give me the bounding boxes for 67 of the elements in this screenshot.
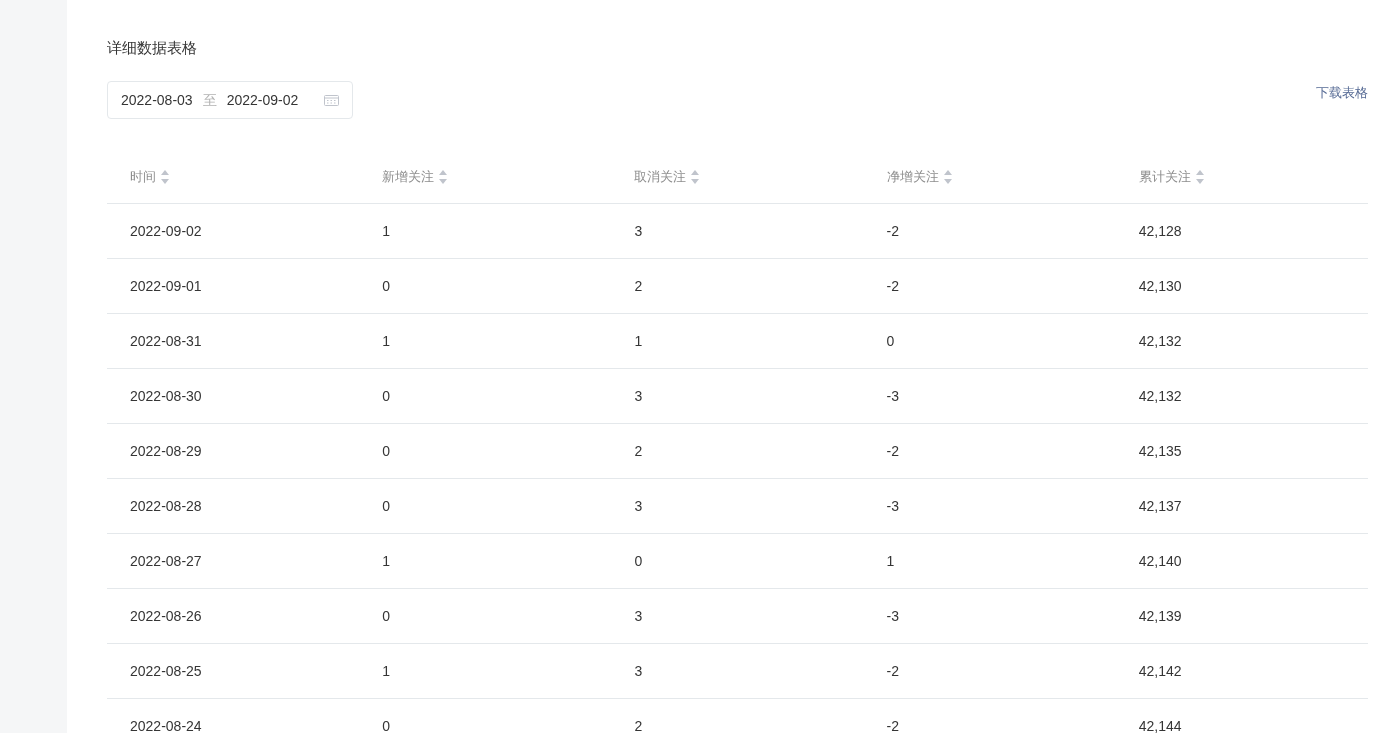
table-cell: 1: [382, 222, 390, 239]
table-cell: -2: [886, 442, 900, 459]
table-cell: 3: [634, 222, 643, 239]
table-cell: 1: [382, 332, 390, 349]
table-cell: 2022-09-01: [130, 277, 202, 294]
table-cell: 42,132: [1138, 387, 1182, 404]
sort-icon: [690, 169, 701, 185]
table-cell: 2022-08-26: [130, 607, 202, 624]
table-cell: 1: [382, 552, 390, 569]
table-cell: 2022-09-02: [130, 222, 202, 239]
table-cell: 0: [382, 387, 390, 404]
table-cell: -3: [886, 387, 900, 404]
table-cell: 0: [634, 552, 643, 569]
table-cell: 3: [634, 662, 643, 679]
table-cell: 0: [886, 332, 895, 349]
calendar-icon: [324, 94, 339, 106]
table-cell: -3: [886, 607, 900, 624]
table-cell: 2022-08-28: [130, 497, 202, 514]
column-header[interactable]: 新增关注: [382, 167, 435, 187]
table-cell: 2: [634, 717, 643, 733]
table-cell: 2022-08-29: [130, 442, 202, 459]
table-cell: 1: [886, 552, 895, 569]
column-header[interactable]: 取消关注: [634, 167, 687, 187]
range-separator: 至: [202, 90, 217, 110]
table-cell: 42,140: [1138, 552, 1182, 569]
table-cell: 42,144: [1138, 717, 1182, 733]
table-cell: 0: [382, 717, 390, 733]
table-cell: -2: [886, 222, 900, 239]
table-cell: 42,137: [1138, 497, 1182, 514]
table-cell: 3: [634, 607, 643, 624]
section-title: 详细数据表格: [107, 38, 198, 58]
table-cell: 3: [634, 387, 643, 404]
table-cell: 0: [382, 497, 390, 514]
table-cell: 42,142: [1138, 662, 1182, 679]
sort-icon: [1194, 169, 1205, 185]
table-cell: 1: [382, 662, 390, 679]
table-cell: -3: [886, 497, 900, 514]
end-date: 2022-09-02: [226, 90, 299, 110]
table-cell: 2: [634, 277, 643, 294]
table-cell: 42,135: [1138, 442, 1182, 459]
table-cell: 0: [382, 607, 390, 624]
column-header[interactable]: 累计关注: [1138, 167, 1191, 187]
sort-icon: [942, 169, 953, 185]
table-cell: 42,130: [1138, 277, 1182, 294]
table-cell: 2022-08-31: [130, 332, 202, 349]
table-cell: 2022-08-24: [130, 717, 202, 733]
start-date: 2022-08-03: [121, 90, 193, 110]
table-cell: 42,139: [1138, 607, 1182, 624]
table-cell: 2022-08-25: [130, 662, 202, 679]
column-header[interactable]: 时间: [130, 167, 156, 187]
date-range-picker[interactable]: 2022-08-03 至 2022-09-02: [107, 81, 353, 119]
table-cell: 3: [634, 497, 643, 514]
table-cell: 2022-08-30: [130, 387, 202, 404]
table-cell: 42,128: [1138, 222, 1182, 239]
table-cell: -2: [886, 717, 900, 733]
table-cell: 42,132: [1138, 332, 1182, 349]
sort-icon: [438, 169, 449, 185]
download-link[interactable]: 下载表格: [1316, 83, 1368, 103]
table-cell: -2: [886, 277, 900, 294]
table-cell: 0: [382, 277, 390, 294]
table-cell: 0: [382, 442, 390, 459]
table-cell: 2: [634, 442, 643, 459]
sort-icon: [160, 169, 170, 185]
table-cell: 1: [634, 332, 643, 349]
table-cell: 2022-08-27: [130, 552, 202, 569]
column-header[interactable]: 净增关注: [886, 167, 939, 187]
table-cell: -2: [886, 662, 900, 679]
